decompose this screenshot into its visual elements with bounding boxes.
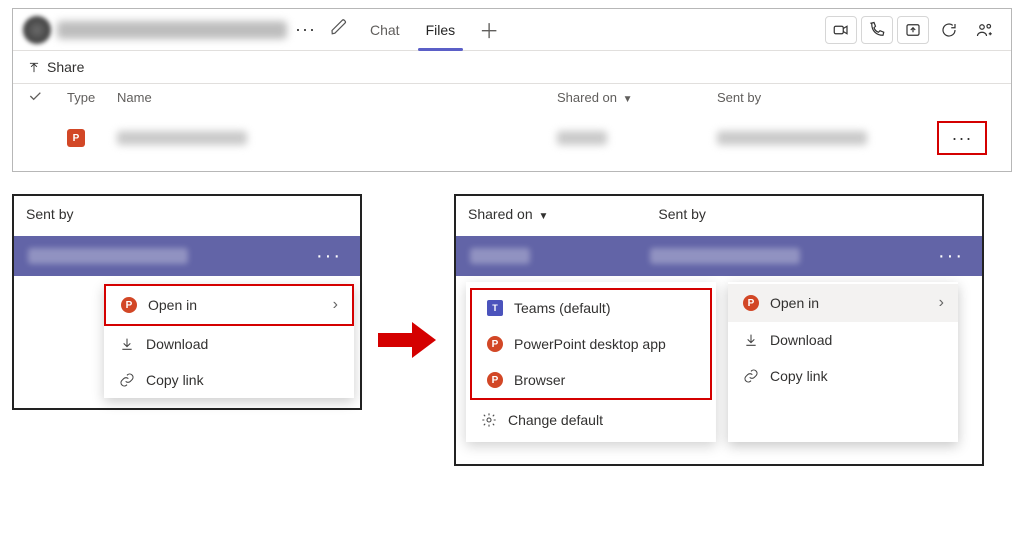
menu-download[interactable]: Download xyxy=(104,326,354,362)
file-more-button-highlighted[interactable]: ··· xyxy=(937,121,987,155)
context-menu-panel-1: Sent by ··· P Open in › Download Copy l xyxy=(12,194,362,410)
open-in-submenu: T Teams (default) P PowerPoint desktop a… xyxy=(466,282,716,442)
share-screen-icon[interactable] xyxy=(897,16,929,44)
file-shared-blurred xyxy=(557,131,607,145)
avatar xyxy=(23,16,51,44)
powerpoint-icon: P xyxy=(487,372,503,388)
tab-files[interactable]: Files xyxy=(416,16,466,44)
menu-copy-label: Copy link xyxy=(770,368,828,384)
powerpoint-file-icon: P xyxy=(67,129,85,147)
file-sentby-blurred xyxy=(28,248,188,264)
more-icon: ··· xyxy=(950,128,975,149)
teams-icon: T xyxy=(487,300,503,316)
header-actions xyxy=(825,16,1001,44)
menu-open-label: Open in xyxy=(770,295,819,311)
columns-header: Type Name Shared on ▼ Sent by xyxy=(13,83,1011,111)
files-panel: ··· Chat Files ＋ xyxy=(12,8,1012,172)
col-sent: Sent by xyxy=(658,206,705,222)
more-icon[interactable]: ··· xyxy=(316,245,342,268)
open-desktop-label: PowerPoint desktop app xyxy=(514,336,666,352)
col-type[interactable]: Type xyxy=(67,90,117,105)
chat-header: ··· Chat Files ＋ xyxy=(13,9,1011,51)
change-default[interactable]: Change default xyxy=(466,402,716,438)
file-row[interactable]: P ··· xyxy=(13,111,1011,171)
open-in-desktop[interactable]: P PowerPoint desktop app xyxy=(472,326,710,362)
powerpoint-icon: P xyxy=(487,336,503,352)
menu-open-in[interactable]: P Open in › xyxy=(104,284,354,326)
menu-open-label: Open in xyxy=(148,297,197,313)
share-arrow-icon xyxy=(27,59,41,75)
file-sentby-blurred xyxy=(717,131,867,145)
menu-open-in[interactable]: P Open in › xyxy=(728,284,958,322)
sentby-header: Sent by xyxy=(14,196,360,236)
panel3-columns: Shared on ▼ Sent by xyxy=(456,196,982,236)
refresh-icon[interactable] xyxy=(933,16,965,44)
chat-title-blurred xyxy=(57,21,287,39)
audio-call-icon[interactable] xyxy=(861,16,893,44)
open-in-teams[interactable]: T Teams (default) xyxy=(472,290,710,326)
video-call-icon[interactable] xyxy=(825,16,857,44)
change-default-label: Change default xyxy=(508,412,603,428)
context-menu: P Open in › Download Copy link xyxy=(728,282,958,442)
file-row-selected[interactable]: ··· xyxy=(456,236,982,276)
menu-download-label: Download xyxy=(770,332,832,348)
more-icon[interactable]: ··· xyxy=(293,19,318,40)
col-name[interactable]: Name xyxy=(117,90,557,105)
open-browser-label: Browser xyxy=(514,372,565,388)
open-teams-label: Teams (default) xyxy=(514,300,610,316)
download-icon xyxy=(742,332,760,348)
link-icon xyxy=(742,368,760,384)
file-shared-blurred xyxy=(470,248,530,264)
file-sentby-blurred xyxy=(650,248,800,264)
menu-copy-link[interactable]: Copy link xyxy=(728,358,958,394)
col-shared[interactable]: Shared on ▼ xyxy=(557,90,717,105)
open-in-browser[interactable]: P Browser xyxy=(472,362,710,398)
menu-download[interactable]: Download xyxy=(728,322,958,358)
download-icon xyxy=(118,336,136,352)
chevron-down-icon: ▼ xyxy=(623,94,633,105)
chevron-down-icon: ▼ xyxy=(539,211,549,222)
menu-copy-label: Copy link xyxy=(146,372,204,388)
file-name-blurred xyxy=(117,131,247,145)
people-add-icon[interactable] xyxy=(969,16,1001,44)
edit-icon[interactable] xyxy=(324,18,354,41)
context-menu-panel-2: Shared on ▼ Sent by ··· T Teams (default… xyxy=(454,194,984,466)
more-icon[interactable]: ··· xyxy=(938,245,964,268)
share-button[interactable]: Share xyxy=(13,51,1011,83)
tab-chat[interactable]: Chat xyxy=(360,16,410,44)
file-row-selected[interactable]: ··· xyxy=(14,236,360,276)
powerpoint-icon: P xyxy=(743,295,759,311)
select-all-check[interactable] xyxy=(27,88,67,107)
context-menu: P Open in › Download Copy link xyxy=(104,284,354,398)
menu-download-label: Download xyxy=(146,336,208,352)
menu-copy-link[interactable]: Copy link xyxy=(104,362,354,398)
col-shared: Shared on ▼ xyxy=(468,206,548,222)
share-label: Share xyxy=(47,59,84,75)
chevron-right-icon: › xyxy=(333,296,338,314)
chevron-right-icon: › xyxy=(939,294,944,312)
col-sent[interactable]: Sent by xyxy=(717,90,937,105)
powerpoint-icon: P xyxy=(121,297,137,313)
link-icon xyxy=(118,372,136,388)
step-arrow-icon xyxy=(378,320,438,360)
gear-icon xyxy=(480,412,498,428)
add-tab-icon[interactable]: ＋ xyxy=(471,15,507,44)
